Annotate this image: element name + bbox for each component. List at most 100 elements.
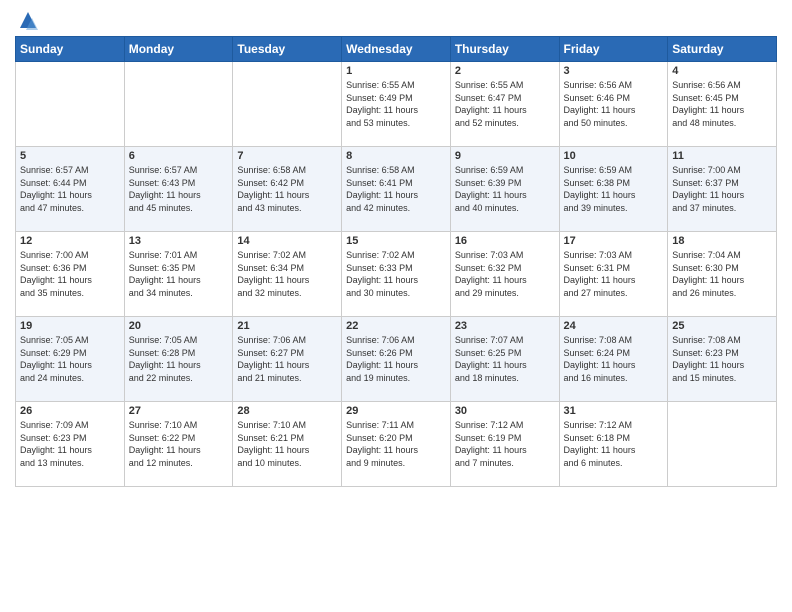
calendar-cell bbox=[668, 402, 777, 487]
calendar-week-row: 1 Sunrise: 6:55 AM Sunset: 6:49 PM Daylig… bbox=[16, 62, 777, 147]
calendar-cell: 2Sunrise: 6:55 AM Sunset: 6:47 PM Daylig… bbox=[450, 62, 559, 147]
day-info: Sunrise: 7:11 AM Sunset: 6:20 PM Dayligh… bbox=[346, 419, 446, 469]
day-header-tuesday: Tuesday bbox=[233, 37, 342, 62]
day-number: 19 bbox=[20, 320, 120, 332]
day-number: 12 bbox=[20, 235, 120, 247]
day-info: Sunrise: 7:06 AM Sunset: 6:26 PM Dayligh… bbox=[346, 334, 446, 384]
logo bbox=[15, 10, 38, 30]
day-info: Sunrise: 6:59 AM Sunset: 6:39 PM Dayligh… bbox=[455, 164, 555, 214]
calendar-cell: 6Sunrise: 6:57 AM Sunset: 6:43 PM Daylig… bbox=[124, 147, 233, 232]
day-header-sunday: Sunday bbox=[16, 37, 125, 62]
day-number: 11 bbox=[672, 150, 772, 162]
calendar-cell: 13Sunrise: 7:01 AM Sunset: 6:35 PM Dayli… bbox=[124, 232, 233, 317]
day-number: 15 bbox=[346, 235, 446, 247]
day-info: Sunrise: 6:59 AM Sunset: 6:38 PM Dayligh… bbox=[564, 164, 664, 214]
calendar-cell: 17 Sunrise: 7:03 AM Sunset: 6:31 PM Dayli… bbox=[559, 232, 668, 317]
calendar-cell: 26Sunrise: 7:09 AM Sunset: 6:23 PM Dayli… bbox=[16, 402, 125, 487]
day-number: 6 bbox=[129, 150, 229, 162]
day-header-monday: Monday bbox=[124, 37, 233, 62]
calendar-cell: 5 Sunrise: 6:57 AM Sunset: 6:44 PM Daylig… bbox=[16, 147, 125, 232]
calendar-cell bbox=[124, 62, 233, 147]
day-number: 20 bbox=[129, 320, 229, 332]
day-number: 9 bbox=[455, 150, 555, 162]
day-info: Sunrise: 6:58 AM Sunset: 6:41 PM Dayligh… bbox=[346, 164, 446, 214]
day-info: Sunrise: 7:08 AM Sunset: 6:24 PM Dayligh… bbox=[564, 334, 664, 384]
header bbox=[15, 10, 777, 30]
day-info: Sunrise: 7:04 AM Sunset: 6:30 PM Dayligh… bbox=[672, 249, 772, 299]
day-info: Sunrise: 6:57 AM Sunset: 6:44 PM Dayligh… bbox=[20, 164, 120, 214]
calendar-cell: 27 Sunrise: 7:10 AM Sunset: 6:22 PM Dayli… bbox=[124, 402, 233, 487]
day-number: 18 bbox=[672, 235, 772, 247]
day-number: 31 bbox=[564, 405, 664, 417]
day-info: Sunrise: 7:07 AM Sunset: 6:25 PM Dayligh… bbox=[455, 334, 555, 384]
day-number: 16 bbox=[455, 235, 555, 247]
calendar-week-row: 12 Sunrise: 7:00 AM Sunset: 6:36 PM Dayli… bbox=[16, 232, 777, 317]
day-info: Sunrise: 7:03 AM Sunset: 6:31 PM Dayligh… bbox=[564, 249, 664, 299]
day-info: Sunrise: 7:09 AM Sunset: 6:23 PM Dayligh… bbox=[20, 419, 120, 469]
day-header-saturday: Saturday bbox=[668, 37, 777, 62]
day-number: 2 bbox=[455, 65, 555, 77]
day-number: 25 bbox=[672, 320, 772, 332]
day-info: Sunrise: 7:00 AM Sunset: 6:36 PM Dayligh… bbox=[20, 249, 120, 299]
calendar-cell: 30 Sunrise: 7:12 AM Sunset: 6:19 PM Dayli… bbox=[450, 402, 559, 487]
calendar-cell: 4 Sunrise: 6:56 AM Sunset: 6:45 PM Daylig… bbox=[668, 62, 777, 147]
day-info: Sunrise: 7:12 AM Sunset: 6:19 PM Dayligh… bbox=[455, 419, 555, 469]
calendar-cell: 29Sunrise: 7:11 AM Sunset: 6:20 PM Dayli… bbox=[342, 402, 451, 487]
calendar-cell: 28Sunrise: 7:10 AM Sunset: 6:21 PM Dayli… bbox=[233, 402, 342, 487]
day-number: 21 bbox=[237, 320, 337, 332]
calendar-cell: 9 Sunrise: 6:59 AM Sunset: 6:39 PM Daylig… bbox=[450, 147, 559, 232]
day-info: Sunrise: 7:03 AM Sunset: 6:32 PM Dayligh… bbox=[455, 249, 555, 299]
day-info: Sunrise: 6:56 AM Sunset: 6:45 PM Dayligh… bbox=[672, 79, 772, 129]
calendar-cell: 3 Sunrise: 6:56 AM Sunset: 6:46 PM Daylig… bbox=[559, 62, 668, 147]
day-number: 1 bbox=[346, 65, 446, 77]
day-info: Sunrise: 6:55 AM Sunset: 6:49 PM Dayligh… bbox=[346, 79, 446, 129]
day-info: Sunrise: 7:02 AM Sunset: 6:34 PM Dayligh… bbox=[237, 249, 337, 299]
calendar-week-row: 19 Sunrise: 7:05 AM Sunset: 6:29 PM Dayli… bbox=[16, 317, 777, 402]
calendar-cell: 12 Sunrise: 7:00 AM Sunset: 6:36 PM Dayli… bbox=[16, 232, 125, 317]
day-number: 30 bbox=[455, 405, 555, 417]
calendar-cell: 15 Sunrise: 7:02 AM Sunset: 6:33 PM Dayli… bbox=[342, 232, 451, 317]
day-number: 3 bbox=[564, 65, 664, 77]
day-number: 23 bbox=[455, 320, 555, 332]
day-number: 4 bbox=[672, 65, 772, 77]
day-number: 5 bbox=[20, 150, 120, 162]
day-number: 17 bbox=[564, 235, 664, 247]
calendar: SundayMondayTuesdayWednesdayThursdayFrid… bbox=[15, 36, 777, 487]
calendar-header-row: SundayMondayTuesdayWednesdayThursdayFrid… bbox=[16, 37, 777, 62]
page: SundayMondayTuesdayWednesdayThursdayFrid… bbox=[0, 0, 792, 502]
day-number: 10 bbox=[564, 150, 664, 162]
day-info: Sunrise: 7:06 AM Sunset: 6:27 PM Dayligh… bbox=[237, 334, 337, 384]
day-number: 27 bbox=[129, 405, 229, 417]
day-info: Sunrise: 7:05 AM Sunset: 6:29 PM Dayligh… bbox=[20, 334, 120, 384]
day-number: 24 bbox=[564, 320, 664, 332]
day-header-friday: Friday bbox=[559, 37, 668, 62]
logo-icon bbox=[18, 10, 38, 30]
calendar-cell: 11Sunrise: 7:00 AM Sunset: 6:37 PM Dayli… bbox=[668, 147, 777, 232]
day-number: 14 bbox=[237, 235, 337, 247]
day-header-wednesday: Wednesday bbox=[342, 37, 451, 62]
day-info: Sunrise: 7:08 AM Sunset: 6:23 PM Dayligh… bbox=[672, 334, 772, 384]
calendar-cell: 19 Sunrise: 7:05 AM Sunset: 6:29 PM Dayli… bbox=[16, 317, 125, 402]
day-number: 7 bbox=[237, 150, 337, 162]
day-info: Sunrise: 7:02 AM Sunset: 6:33 PM Dayligh… bbox=[346, 249, 446, 299]
day-info: Sunrise: 7:01 AM Sunset: 6:35 PM Dayligh… bbox=[129, 249, 229, 299]
day-number: 8 bbox=[346, 150, 446, 162]
day-info: Sunrise: 6:56 AM Sunset: 6:46 PM Dayligh… bbox=[564, 79, 664, 129]
calendar-cell: 14 Sunrise: 7:02 AM Sunset: 6:34 PM Dayli… bbox=[233, 232, 342, 317]
calendar-cell: 31Sunrise: 7:12 AM Sunset: 6:18 PM Dayli… bbox=[559, 402, 668, 487]
day-info: Sunrise: 7:10 AM Sunset: 6:22 PM Dayligh… bbox=[129, 419, 229, 469]
calendar-cell: 7Sunrise: 6:58 AM Sunset: 6:42 PM Daylig… bbox=[233, 147, 342, 232]
calendar-cell: 20 Sunrise: 7:05 AM Sunset: 6:28 PM Dayli… bbox=[124, 317, 233, 402]
day-info: Sunrise: 7:05 AM Sunset: 6:28 PM Dayligh… bbox=[129, 334, 229, 384]
calendar-cell: 23 Sunrise: 7:07 AM Sunset: 6:25 PM Dayli… bbox=[450, 317, 559, 402]
day-header-thursday: Thursday bbox=[450, 37, 559, 62]
day-info: Sunrise: 7:10 AM Sunset: 6:21 PM Dayligh… bbox=[237, 419, 337, 469]
calendar-cell: 8 Sunrise: 6:58 AM Sunset: 6:41 PM Daylig… bbox=[342, 147, 451, 232]
calendar-cell: 1 Sunrise: 6:55 AM Sunset: 6:49 PM Daylig… bbox=[342, 62, 451, 147]
calendar-cell: 18 Sunrise: 7:04 AM Sunset: 6:30 PM Dayli… bbox=[668, 232, 777, 317]
calendar-week-row: 5 Sunrise: 6:57 AM Sunset: 6:44 PM Daylig… bbox=[16, 147, 777, 232]
calendar-cell: 21 Sunrise: 7:06 AM Sunset: 6:27 PM Dayli… bbox=[233, 317, 342, 402]
day-number: 22 bbox=[346, 320, 446, 332]
calendar-cell bbox=[233, 62, 342, 147]
calendar-cell: 24 Sunrise: 7:08 AM Sunset: 6:24 PM Dayli… bbox=[559, 317, 668, 402]
